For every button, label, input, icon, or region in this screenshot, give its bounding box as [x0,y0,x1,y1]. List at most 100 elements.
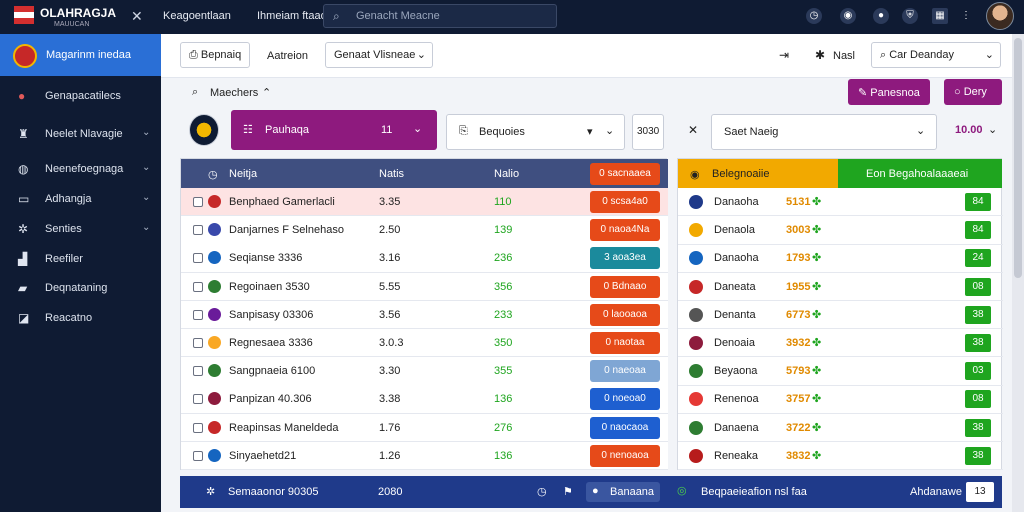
more-icon[interactable]: ⋮ [958,8,974,24]
info-icon: ◎ [677,485,687,497]
row-checkbox[interactable] [193,422,203,433]
sidebar-item-8[interactable]: ◪ Reacatno [0,305,161,333]
sidebar-item-6[interactable]: ▟ Reefiler [0,246,161,274]
scrollbar-thumb[interactable] [1014,38,1022,278]
primary-button[interactable]: ✎ Panesnoa [848,79,930,105]
row-checkbox[interactable] [193,225,203,236]
chat-icon[interactable]: ◉ [840,8,856,24]
team-value-badge[interactable]: 03 [965,362,991,381]
team-value-badge[interactable]: 38 [965,334,991,352]
status-badge[interactable]: 0 noeoa0 [590,388,660,411]
clock-icon[interactable]: ◷ [537,485,547,498]
table-row[interactable]: Sanpisasy 03306 3.56 233 0 laooaoa [181,300,668,330]
view-select[interactable]: Genaat Vlisneae ⌄ [325,42,433,68]
standings-row[interactable]: Danaoha 1793 ✤ 24 [678,244,1003,273]
sidebar-item-active[interactable]: Magarinm inedaa [0,34,161,76]
status-badge[interactable]: 0 scsa4a0 [590,191,660,213]
grid-icon[interactable]: ▦ [932,8,948,24]
group-select[interactable]: ⎘ Bequoies ▾ ⌄ [446,114,625,150]
status-badge[interactable]: 0 nenoaoa [590,444,660,467]
sidebar-item-3[interactable]: ◍ Neenefoegnaga ⌄ [0,156,161,184]
avatar[interactable] [986,2,1014,30]
footer-small-button[interactable]: 13 [966,482,994,502]
row-checkbox[interactable] [193,450,203,461]
team-value-badge[interactable]: 24 [965,249,991,268]
footer-button[interactable]: ● Banaana [586,482,660,502]
header-status[interactable]: 0 sacnaaea [590,163,660,185]
table-row[interactable]: Regnesaea 3336 3.0.3 350 0 naotaa [181,329,668,358]
team-value-badge[interactable]: 84 [965,193,991,211]
row-checkbox[interactable] [193,394,203,405]
match-odds: 5.55 [379,280,401,293]
table-row[interactable]: Reapinsas Maneldeda 1.76 276 0 naocaoa [181,413,668,442]
status-badge[interactable]: 0 naoa4Na [590,219,660,242]
small-value-box[interactable]: 3030 [632,114,664,150]
standings-row[interactable]: Denanta 6773 ✤ 38 [678,301,1003,330]
team-value-badge[interactable]: 38 [965,446,991,465]
clock-icon[interactable]: ◷ [806,8,822,24]
standings-row[interactable]: Denaola 3003 ✤ 84 [678,216,1003,245]
matches-label[interactable]: Maechers [210,87,258,99]
export-icon[interactable]: ⇥ [779,48,789,62]
table-row[interactable]: Sangpnaeia 6100 3.30 355 0 naeoaa [181,357,668,386]
secondary-button[interactable]: ○ Dery [944,79,1002,105]
standings-row[interactable]: Beyaona 5793 ✤ 03 [678,357,1003,386]
nav-link-2[interactable]: Ihmeiam ftaao [257,10,327,22]
close-icon[interactable]: ✕ [688,123,698,137]
standings-row[interactable]: Daneata 1955 ✤ 08 [678,273,1003,301]
table-row[interactable]: Regoinaen 3530 5.55 356 0 Bdnaao [181,272,668,301]
nasl-link[interactable]: Nasl [833,50,855,62]
team-value-badge[interactable]: 08 [965,277,991,296]
action-link[interactable]: Aatreion [267,50,308,62]
standings-row[interactable]: Renenoa 3757 ✤ 08 [678,385,1003,414]
table-row[interactable]: Danjarnes F Selnehaso 2.50 139 0 naoa4Na [181,216,668,245]
search-input[interactable]: ⌕ Genacht Meacne [323,4,557,28]
row-checkbox[interactable] [193,253,203,264]
standings-row[interactable]: Danaoha 5131 ✤ 84 [678,188,1003,217]
settings-icon[interactable]: ✱ [815,48,825,62]
sidebar-item-4[interactable]: ▭ Adhangja ⌄ [0,186,161,214]
row-checkbox[interactable] [193,366,203,377]
date-select[interactable]: ⌕ Car Deanday ⌄ [871,42,1001,68]
nav-link-1[interactable]: Keagoentlaan [163,10,231,22]
row-checkbox[interactable] [193,338,203,348]
logo[interactable]: OLAHRAGJA MAUUCAN [14,4,116,30]
scrollbar[interactable] [1012,34,1024,512]
notification-icon[interactable]: ● [873,8,889,24]
league-select[interactable]: ☷ Pauhaqa 11 ⌄ [231,110,437,150]
chevron-up-icon[interactable]: ⌃ [262,86,271,99]
status-badge[interactable]: 0 laooaoa [590,303,660,326]
sidebar-item-7[interactable]: ▰ Deqnataning [0,275,161,303]
row-checkbox[interactable] [193,309,203,320]
print-icon: ⎙ [189,49,201,61]
chevron-down-icon[interactable]: ⌄ [988,123,997,136]
status-badge[interactable]: 0 Bdnaao [590,275,660,298]
team-score: 5793 [786,365,811,378]
sidebar-item-5[interactable]: ✲ Senties ⌄ [0,216,161,244]
table-row[interactable]: Seqianse 3336 3.16 236 3 aoa3ea [181,244,668,273]
table-row[interactable]: Panpizan 40.306 3.38 136 0 noeoa0 [181,385,668,414]
status-badge[interactable]: 0 naotaa [590,332,660,354]
table-row[interactable]: Benphaed Gamerlacli 3.35 110 0 scsa4a0 [181,188,668,217]
row-checkbox[interactable] [193,197,203,207]
sidebar-item-1[interactable]: ● Genapacatilecs [0,83,161,111]
print-button[interactable]: ⎙ Bepnaiq [180,42,251,68]
flag-icon[interactable]: ⚑ [563,485,573,498]
standings-row[interactable]: Denoaia 3932 ✤ 38 [678,329,1003,358]
status-badge[interactable]: 3 aoa3ea [590,247,660,270]
status-badge[interactable]: 0 naocaoa [590,416,660,439]
standings-row[interactable]: Reneaka 3832 ✤ 38 [678,442,1003,471]
shield-icon[interactable]: ⛨ [902,8,918,24]
standings-row[interactable]: Danaena 3722 ✤ 38 [678,414,1003,442]
team-value-badge[interactable]: 38 [965,418,991,437]
status-badge[interactable]: 0 naeoaa [590,360,660,383]
team-value-badge[interactable]: 08 [965,390,991,409]
close-icon[interactable]: ✕ [131,8,143,25]
table-row[interactable]: Sinyaehetd21 1.26 136 0 nenoaoa [181,441,668,471]
team-value-badge[interactable]: 38 [965,305,991,324]
team-value-badge[interactable]: 84 [965,221,991,240]
league-logo-icon [189,114,219,146]
field-select[interactable]: Saet Naeig ⌄ [711,114,937,150]
sidebar-item-2[interactable]: ♜ Neelet Nlavagie ⌄ [0,121,161,149]
row-checkbox[interactable] [193,281,203,292]
